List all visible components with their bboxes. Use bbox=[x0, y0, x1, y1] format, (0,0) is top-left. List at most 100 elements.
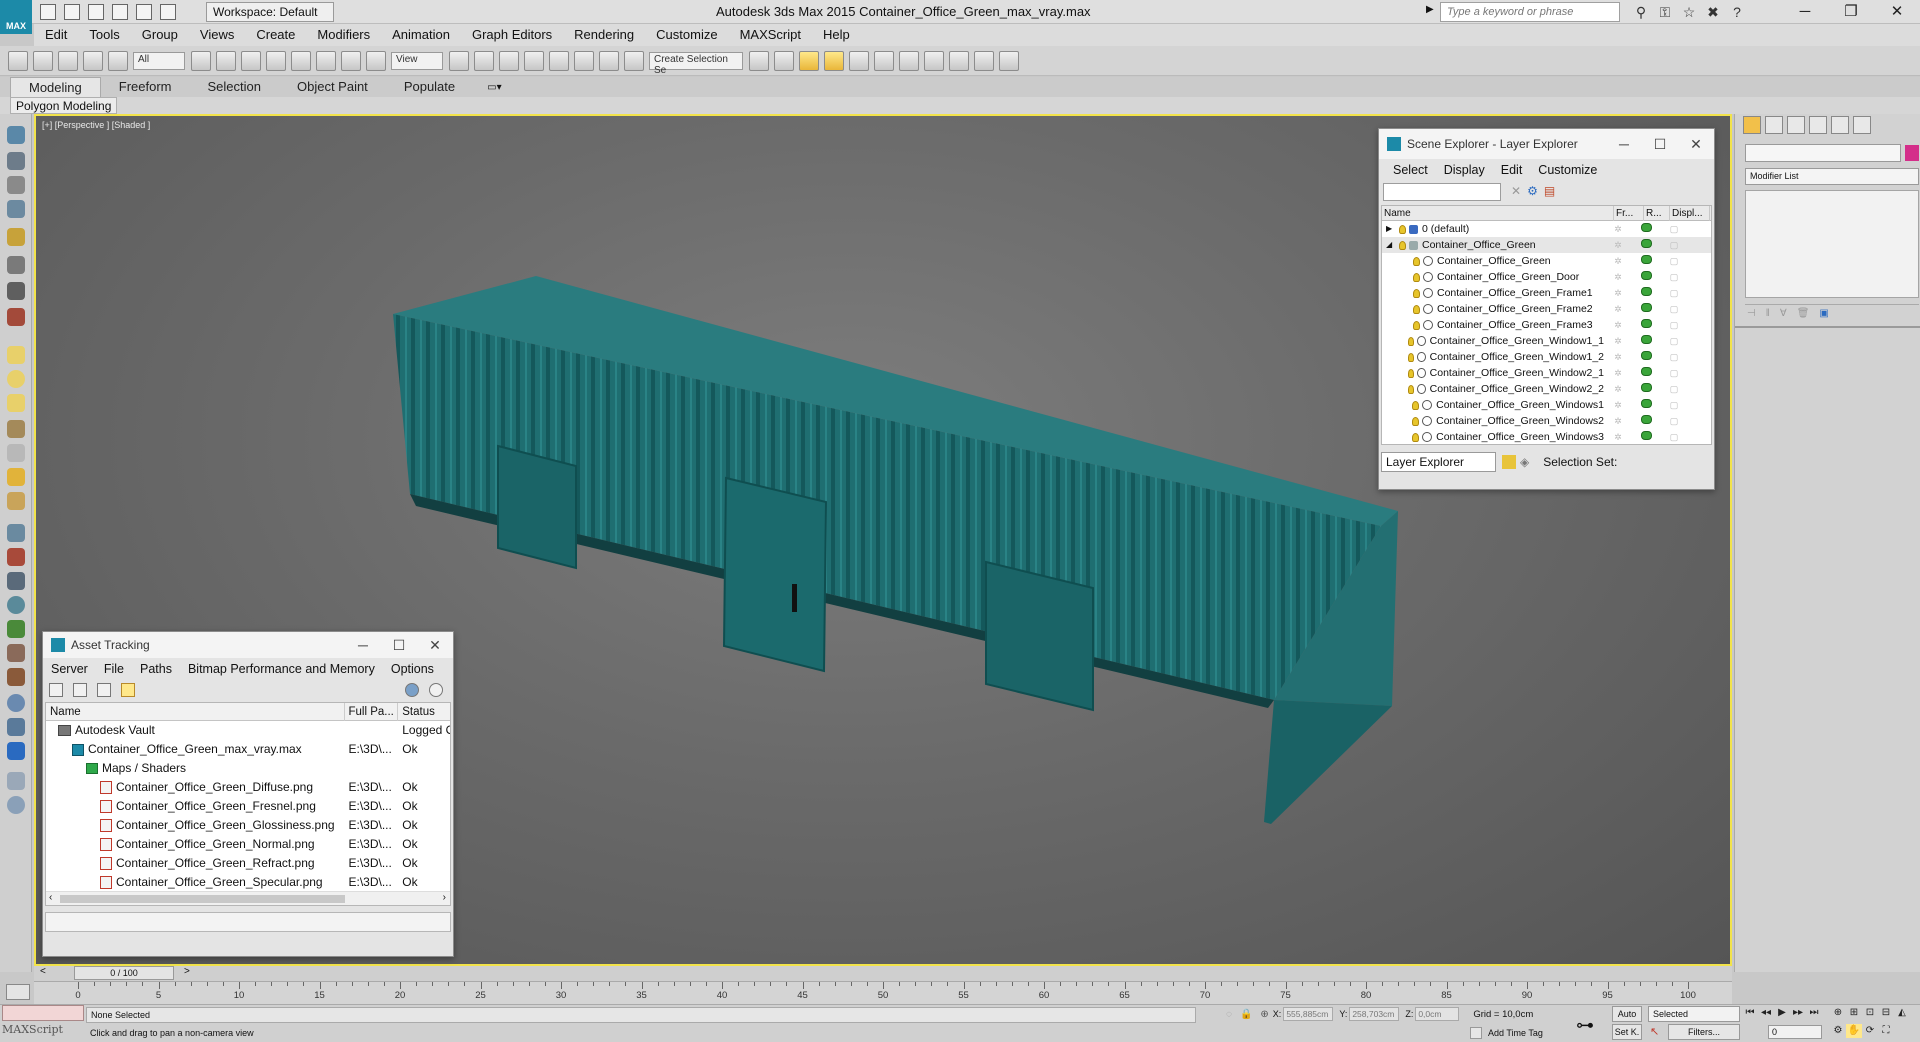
object-row[interactable]: Container_Office_Green_Frame3 ✲ ▢ bbox=[1382, 317, 1711, 333]
scene-explorer-menu-display[interactable]: Display bbox=[1436, 159, 1493, 181]
object-row[interactable]: Container_Office_Green_Windows2 ✲ ▢ bbox=[1382, 413, 1711, 429]
material-editor-icon[interactable] bbox=[924, 50, 944, 71]
schematic-view-icon[interactable] bbox=[899, 50, 919, 71]
teapot-icon[interactable] bbox=[7, 308, 25, 326]
freeze-toggle-icon[interactable]: ✲ bbox=[1604, 237, 1632, 253]
asset-row[interactable]: Container_Office_Green_Normal.png E:\3D\.… bbox=[46, 835, 450, 854]
remove-modifier-icon[interactable]: 🗑 bbox=[1797, 308, 1810, 319]
modifier-list-select[interactable]: Modifier List bbox=[1745, 168, 1919, 185]
prev-frame-icon[interactable]: < bbox=[40, 966, 46, 977]
tab-populate[interactable]: Populate bbox=[386, 77, 473, 97]
object-row[interactable]: Container_Office_Green_Frame1 ✲ ▢ bbox=[1382, 285, 1711, 301]
asset-row[interactable]: Container_Office_Green_Refract.png E:\3D\… bbox=[46, 854, 450, 873]
time-slider[interactable]: 0 / 100 < > bbox=[34, 966, 1732, 981]
select-manipulate-icon[interactable] bbox=[474, 50, 494, 71]
open-file-icon[interactable] bbox=[64, 4, 80, 20]
absolute-mode-icon[interactable]: ⊕ bbox=[1260, 1009, 1268, 1020]
link-icon[interactable] bbox=[58, 50, 78, 71]
pan-icon[interactable]: ✋ bbox=[1846, 1024, 1862, 1038]
add-time-tag-button[interactable]: Add Time Tag bbox=[1488, 1028, 1543, 1038]
renderable-toggle-icon[interactable] bbox=[1632, 317, 1660, 333]
filter-options-icon[interactable]: ⚙ bbox=[1527, 184, 1538, 198]
close-icon[interactable]: ✕ bbox=[417, 637, 453, 654]
play-icon[interactable]: ▶ bbox=[1774, 1006, 1790, 1020]
sphere-icon[interactable] bbox=[7, 370, 25, 388]
menu-maxscript[interactable]: MAXScript bbox=[729, 24, 812, 46]
column-status[interactable]: Status bbox=[398, 703, 450, 721]
rotate-icon[interactable] bbox=[316, 50, 336, 71]
object-row[interactable]: Container_Office_Green_Window1_2 ✲ ▢ bbox=[1382, 349, 1711, 365]
pin-stack-icon[interactable]: ⊣ bbox=[1747, 308, 1756, 319]
renderable-toggle-icon[interactable] bbox=[1632, 301, 1660, 317]
column-full-path[interactable]: Full Pa... bbox=[345, 702, 399, 721]
make-unique-icon[interactable]: ∀ bbox=[1780, 308, 1787, 319]
zoom-icon[interactable]: ⊕ bbox=[1830, 1006, 1846, 1020]
scroll-left-icon[interactable]: ‹ bbox=[49, 892, 52, 903]
redo-icon[interactable] bbox=[136, 4, 152, 20]
minimize-icon[interactable]: ─ bbox=[1606, 136, 1642, 152]
key-filters-button[interactable]: Filters... bbox=[1668, 1024, 1740, 1040]
maximize-icon[interactable]: ☐ bbox=[1642, 136, 1678, 153]
asset-row[interactable]: Container_Office_Green_max_vray.max E:\3D… bbox=[46, 740, 450, 759]
visibility-bulb-icon[interactable] bbox=[1413, 320, 1420, 330]
visibility-bulb-icon[interactable] bbox=[1413, 288, 1420, 298]
display-toggle-icon[interactable]: ▢ bbox=[1660, 269, 1688, 285]
time-slider-knob[interactable]: 0 / 100 bbox=[74, 966, 174, 980]
scale-icon[interactable] bbox=[341, 50, 361, 71]
asset-menu-file[interactable]: File bbox=[96, 658, 132, 680]
scroll-right-icon[interactable]: › bbox=[443, 892, 446, 903]
layer-explorer-icon[interactable] bbox=[799, 50, 819, 71]
column-name[interactable]: Name bbox=[46, 702, 345, 721]
layer-row[interactable]: ▶ 0 (default) ✲ ▢ bbox=[1382, 221, 1711, 237]
explorer-mode-select[interactable]: Layer Explorer bbox=[1381, 452, 1496, 472]
scene-explorer-titlebar[interactable]: Scene Explorer - Layer Explorer ─ ☐ ✕ bbox=[1379, 129, 1714, 159]
key-mode-select[interactable]: Selected bbox=[1648, 1006, 1740, 1022]
tree-view-icon[interactable] bbox=[97, 683, 111, 697]
renderable-toggle-icon[interactable] bbox=[1632, 413, 1660, 429]
renderable-toggle-icon[interactable] bbox=[1632, 269, 1660, 285]
menu-edit[interactable]: Edit bbox=[34, 24, 78, 46]
freeze-toggle-icon[interactable]: ✲ bbox=[1604, 429, 1632, 445]
maximize-viewport-icon[interactable]: ⛶ bbox=[1878, 1024, 1894, 1038]
scene-explorer-icon[interactable] bbox=[824, 50, 844, 71]
close-icon[interactable]: ✕ bbox=[1678, 136, 1714, 153]
project-folder-icon[interactable] bbox=[160, 4, 176, 20]
biped-icon[interactable] bbox=[7, 644, 25, 662]
freeze-toggle-icon[interactable]: ✲ bbox=[1604, 317, 1632, 333]
next-key-icon[interactable]: ▸▸ bbox=[1790, 1006, 1806, 1020]
object-row[interactable]: Container_Office_Green_Door ✲ ▢ bbox=[1382, 269, 1711, 285]
track-bar[interactable]: 0 5 10 15 20 25 30 35 40 45 50 55 60 65 70 75 80 85 90 95 10… bbox=[34, 981, 1732, 1004]
set-key-button[interactable]: Set K. bbox=[1612, 1024, 1642, 1040]
asset-row[interactable]: Container_Office_Green_Specular.png E:\3D… bbox=[46, 873, 450, 892]
current-frame-field[interactable]: 0 bbox=[1768, 1025, 1822, 1039]
tab-selection[interactable]: Selection bbox=[190, 77, 279, 97]
object-row[interactable]: Container_Office_Green_Windows3 ✲ ▢ bbox=[1382, 429, 1711, 445]
zoom-extents-icon[interactable]: ⊡ bbox=[1862, 1006, 1878, 1020]
zoom-all-icon[interactable]: ⊞ bbox=[1846, 1006, 1862, 1020]
tab-freeform[interactable]: Freeform bbox=[101, 77, 190, 97]
modifier-stack[interactable] bbox=[1745, 190, 1919, 298]
server-login-icon[interactable] bbox=[405, 683, 419, 697]
freeze-toggle-icon[interactable]: ✲ bbox=[1604, 269, 1632, 285]
scrollbar-thumb[interactable] bbox=[60, 895, 345, 903]
freeze-toggle-icon[interactable]: ✲ bbox=[1604, 285, 1632, 301]
maxscript-listener-input[interactable] bbox=[2, 1005, 84, 1021]
subscription-icon[interactable]: ⚿ bbox=[1656, 3, 1674, 21]
asset-menu-paths[interactable]: Paths bbox=[132, 658, 180, 680]
mirror-icon[interactable] bbox=[749, 50, 769, 71]
help-icon[interactable]: ? bbox=[1728, 3, 1746, 21]
modify-tab-icon[interactable] bbox=[1765, 116, 1783, 134]
curve-editor-icon[interactable] bbox=[874, 50, 894, 71]
scene-explorer-menu-edit[interactable]: Edit bbox=[1493, 159, 1531, 181]
container-explorer-icon[interactable] bbox=[7, 126, 25, 144]
asset-menu-server[interactable]: Server bbox=[43, 658, 96, 680]
tools-icon[interactable]: ✖ bbox=[1704, 3, 1722, 21]
object-row[interactable]: Container_Office_Green_Window2_2 ✲ ▢ bbox=[1382, 381, 1711, 397]
search-input[interactable]: Type a keyword or phrase bbox=[1440, 2, 1620, 22]
column-name[interactable]: Name bbox=[1382, 205, 1614, 221]
layer-icon[interactable] bbox=[1502, 455, 1516, 469]
object-row[interactable]: Container_Office_Green_Window2_1 ✲ ▢ bbox=[1382, 365, 1711, 381]
hierarchy-tab-icon[interactable] bbox=[1787, 116, 1805, 134]
expand-arrow-icon[interactable]: ◢ bbox=[1386, 237, 1396, 253]
next-frame-icon[interactable]: > bbox=[184, 966, 190, 977]
